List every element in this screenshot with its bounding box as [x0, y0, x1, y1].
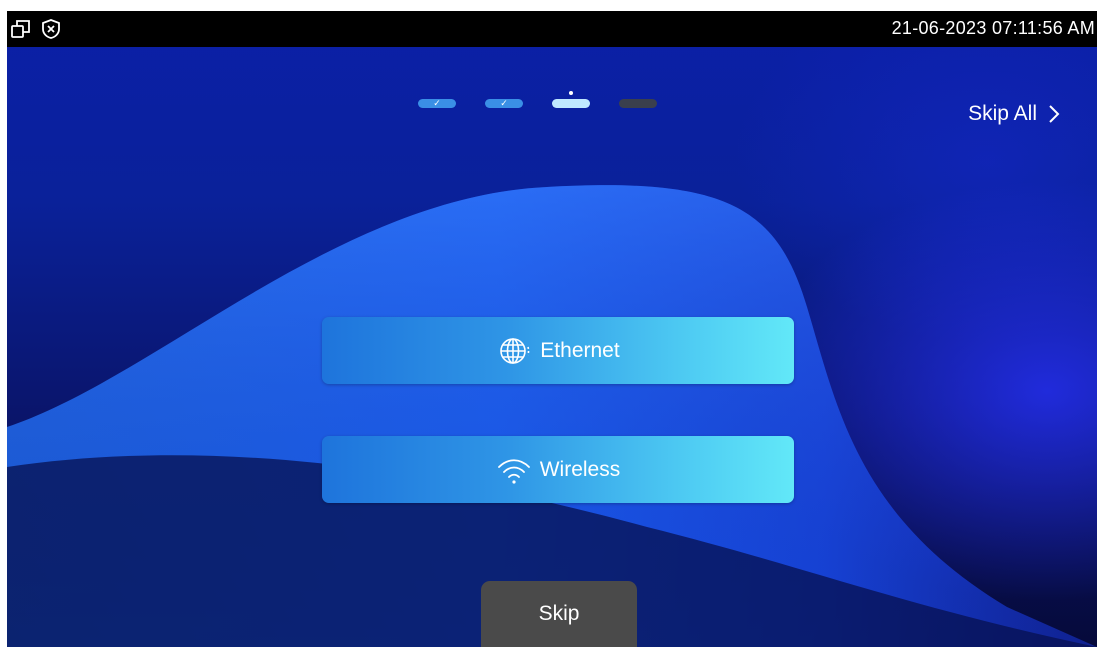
globe-icon: [500, 337, 530, 364]
ethernet-label: Ethernet: [540, 338, 620, 362]
wireless-label: Wireless: [539, 457, 621, 481]
status-datetime: 21-06-2023 07:11:56 AM: [891, 18, 1095, 38]
ethernet-button[interactable]: Ethernet: [322, 317, 794, 384]
wizard-steps: ✓ ✓: [7, 91, 1097, 121]
setup-screen: 21-06-2023 07:11:56 AM ✓ ✓ Skip All Ethe…: [7, 11, 1097, 647]
wizard-step-2: ✓: [485, 99, 523, 108]
wizard-step-1: ✓: [418, 99, 456, 108]
skip-label: Skip: [538, 602, 580, 625]
window-restore-icon[interactable]: [9, 17, 33, 41]
wizard-step-4: [619, 99, 657, 108]
step-check-icon: ✓: [500, 98, 508, 108]
skip-button[interactable]: Skip: [481, 581, 637, 647]
wifi-icon: [497, 458, 530, 484]
status-bar: 21-06-2023 07:11:56 AM: [7, 11, 1097, 47]
current-step-dot: [569, 91, 573, 95]
skip-all-button[interactable]: Skip All: [968, 102, 1061, 126]
wizard-step-3-current: [552, 91, 590, 108]
chevron-right-icon: [1049, 105, 1060, 123]
shield-x-icon[interactable]: [39, 17, 63, 41]
step-check-icon: ✓: [433, 98, 441, 108]
skip-all-label: Skip All: [968, 102, 1037, 125]
wireless-button[interactable]: Wireless: [322, 436, 794, 503]
